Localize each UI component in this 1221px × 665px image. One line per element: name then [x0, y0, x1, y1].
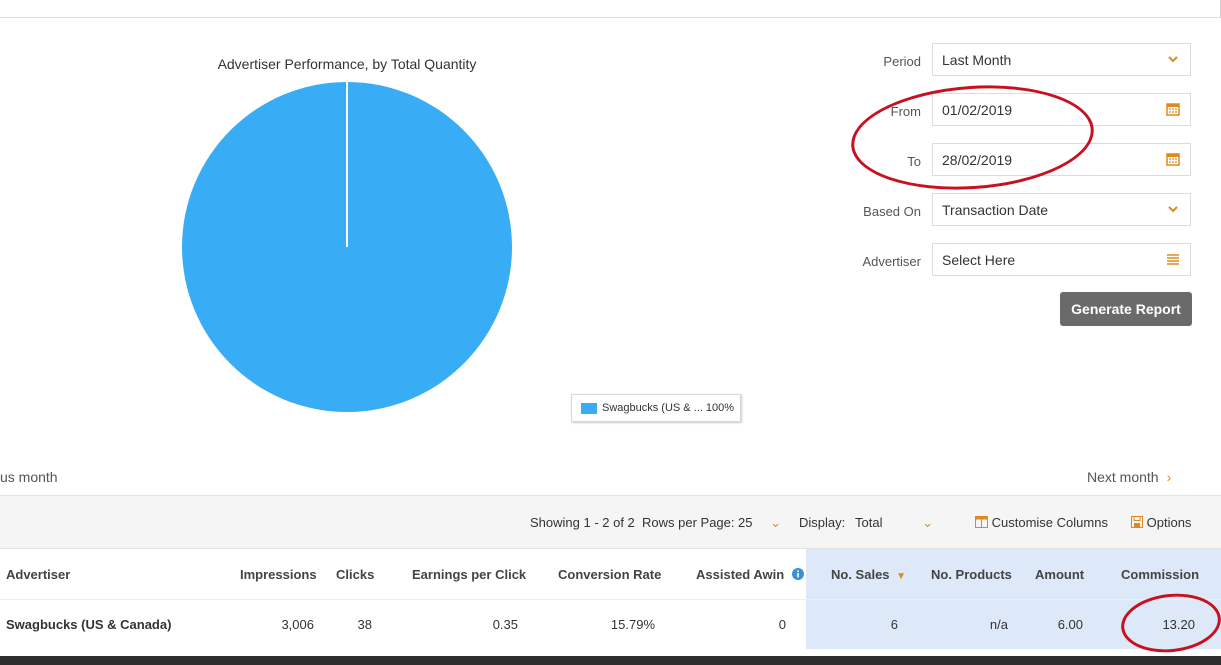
header-conversion-rate[interactable]: Conversion Rate — [558, 567, 661, 582]
table-row: Swagbucks (US & Canada) 3,006 38 0.35 15… — [0, 599, 1221, 650]
header-assisted-awin-label: Assisted Awin — [696, 567, 785, 582]
chevron-down-icon: ⌄ — [770, 515, 781, 530]
legend-label: Swagbucks (US & ... 100% — [602, 402, 735, 414]
chevron-down-icon — [1168, 206, 1178, 213]
cell-clicks: 38 — [357, 617, 372, 632]
period-select[interactable]: Last Month — [932, 43, 1191, 76]
based-on-value: Transaction Date — [942, 201, 1049, 218]
header-amount[interactable]: Amount — [1035, 567, 1084, 582]
generate-report-button[interactable]: Generate Report — [1060, 292, 1192, 326]
taskbar-strip — [0, 656, 1221, 665]
from-date-value: 01/02/2019 — [942, 101, 1013, 118]
display-label: Display: — [799, 515, 846, 530]
next-month-link[interactable]: Next month › — [1087, 469, 1171, 485]
header-no-sales[interactable]: No. Sales ▼ — [831, 567, 906, 582]
chart-legend: Swagbucks (US & ... 100% — [571, 394, 741, 422]
header-commission[interactable]: Commission — [1121, 567, 1199, 582]
display-value: Total — [855, 515, 883, 530]
options-button[interactable]: Options — [1131, 515, 1191, 530]
header-earnings-per-click[interactable]: Earnings per Click — [412, 567, 526, 582]
cell-advertiser[interactable]: Swagbucks (US & Canada) — [6, 617, 171, 632]
based-on-select[interactable]: Transaction Date — [932, 193, 1191, 226]
header-clicks[interactable]: Clicks — [336, 567, 374, 582]
cell-conversion-rate: 15.79% — [610, 617, 655, 632]
calendar-icon — [1166, 103, 1180, 116]
advertiser-select[interactable]: Select Here — [932, 243, 1191, 276]
info-icon[interactable] — [791, 568, 804, 580]
to-date-value: 28/02/2019 — [942, 151, 1013, 168]
cell-no-products: n/a — [989, 617, 1008, 632]
chart-title: Advertiser Performance, by Total Quantit… — [217, 56, 477, 72]
next-month-label: Next month — [1087, 469, 1159, 485]
advertiser-label: Advertiser — [862, 254, 921, 269]
previous-month-link[interactable]: us month — [0, 469, 58, 485]
to-label: To — [907, 154, 921, 169]
rows-per-page-label: Rows per Page: — [642, 515, 735, 530]
rows-per-page-select[interactable]: 25 ⌄ — [738, 515, 781, 531]
from-label: From — [890, 104, 921, 119]
display-select[interactable]: Total ⌄ — [855, 515, 933, 531]
header-advertiser[interactable]: Advertiser — [6, 567, 70, 582]
cell-commission: 13.20 — [1162, 617, 1195, 632]
table-header: Advertiser Impressions Clicks Earnings p… — [0, 549, 1221, 599]
options-label: Options — [1146, 515, 1192, 530]
chevron-down-icon: ⌄ — [922, 515, 933, 530]
cell-impressions: 3,006 — [281, 617, 314, 632]
calendar-icon — [1166, 153, 1180, 166]
header-assisted-awin[interactable]: Assisted Awin — [696, 567, 804, 582]
chevron-right-icon: › — [1166, 469, 1172, 485]
header-no-sales-label: No. Sales — [831, 567, 890, 582]
top-header-strip — [0, 0, 1221, 18]
period-value: Last Month — [942, 51, 1012, 68]
cell-no-sales: 6 — [890, 617, 898, 632]
to-date-input[interactable]: 28/02/2019 — [932, 143, 1191, 176]
cell-earnings-per-click: 0.35 — [492, 617, 518, 632]
showing-count: Showing 1 - 2 of 2 — [530, 515, 635, 530]
pie-chart — [182, 82, 512, 412]
cell-amount: 6.00 — [1057, 617, 1083, 632]
chevron-down-icon — [1168, 56, 1178, 63]
header-no-products[interactable]: No. Products — [931, 567, 1012, 582]
header-impressions[interactable]: Impressions — [240, 567, 317, 582]
cell-assisted-awin: 0 — [778, 617, 786, 632]
period-label: Period — [883, 54, 921, 69]
customise-columns-label: Customise Columns — [991, 515, 1108, 530]
save-icon — [1131, 516, 1143, 528]
list-icon — [1167, 254, 1179, 265]
sort-desc-icon: ▼ — [896, 571, 907, 582]
customise-columns-button[interactable]: Customise Columns — [975, 515, 1108, 530]
legend-swatch — [581, 402, 597, 414]
from-date-input[interactable]: 01/02/2019 — [932, 93, 1191, 126]
based-on-label: Based On — [863, 204, 921, 219]
table-toolbar: Showing 1 - 2 of 2 Rows per Page: 25 ⌄ D… — [0, 495, 1221, 549]
rows-per-page-value: 25 — [738, 515, 753, 530]
advertiser-value: Select Here — [942, 251, 1016, 268]
columns-icon — [975, 516, 988, 528]
